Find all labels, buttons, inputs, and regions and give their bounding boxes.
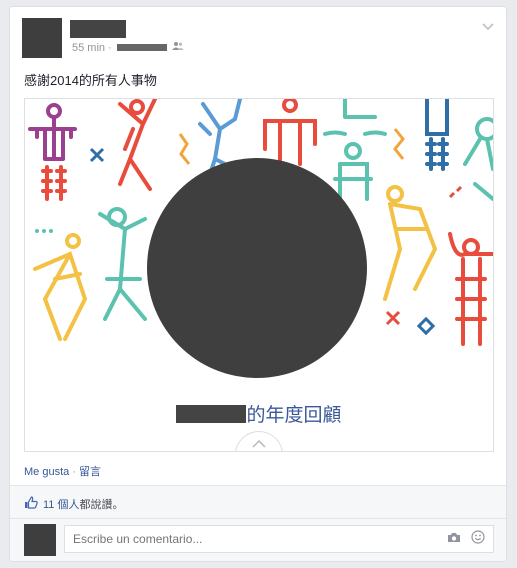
likes-summary: 11 個人都說讚。 <box>24 496 123 512</box>
caption-name-redacted <box>176 405 247 423</box>
comment-row <box>10 518 506 561</box>
camera-icon[interactable] <box>447 532 461 546</box>
location-redacted <box>116 44 167 51</box>
actions-separator: · <box>72 466 76 478</box>
comment-input[interactable] <box>64 525 494 553</box>
thumbs-up-icon <box>24 496 38 512</box>
friends-icon[interactable] <box>171 41 184 54</box>
comment-link[interactable]: 留言 <box>79 466 101 478</box>
shared-year-in-review[interactable]: 的年度回顧 <box>24 98 494 452</box>
like-link[interactable]: Me gusta <box>24 466 69 478</box>
chevron-up-icon[interactable] <box>235 431 283 451</box>
avatar[interactable] <box>22 18 62 58</box>
author-name-redacted[interactable] <box>70 20 126 38</box>
smile-icon[interactable] <box>471 530 485 547</box>
post-card: 55 min · 感謝2014的所有人事物 的年度回顧 Me gusta · 留… <box>9 6 507 562</box>
post-footer: 11 個人都說讚。 <box>10 485 506 561</box>
like-count-link[interactable]: 11 個人 <box>43 499 79 511</box>
year-in-review-caption[interactable]: 的年度回顧 <box>25 400 493 427</box>
post-meta: 55 min · <box>72 41 184 54</box>
commenter-avatar <box>24 524 56 556</box>
chevron-down-icon[interactable] <box>482 18 494 34</box>
caption-text: 的年度回顧 <box>246 405 342 426</box>
meta-separator: · <box>108 41 112 54</box>
post-time[interactable]: 55 min <box>72 42 105 54</box>
like-suffix: 都說讚。 <box>79 499 124 511</box>
profile-photo-redacted <box>147 158 367 378</box>
post-actions: Me gusta · 留言 <box>24 463 101 479</box>
post-body: 感謝2014的所有人事物 <box>24 73 157 88</box>
